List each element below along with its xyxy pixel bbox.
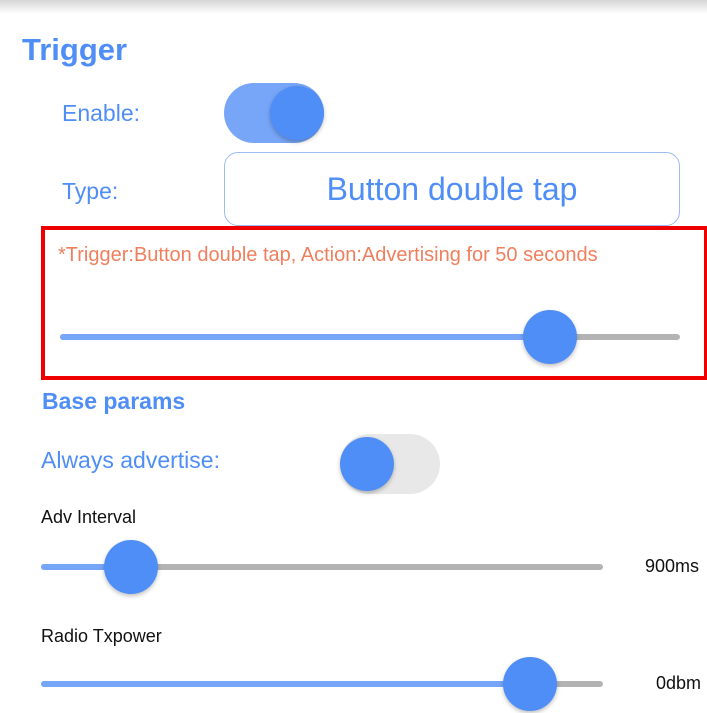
slider-thumb[interactable]	[502, 657, 557, 711]
adv-interval-label: Adv Interval	[41, 507, 137, 527]
slider-fill	[41, 681, 530, 687]
adv-interval-value: 900ms	[645, 556, 700, 576]
radio-txpower-label: Radio Txpower	[41, 626, 162, 646]
trigger-action-note: *Trigger:Button double tap, Action:Adver…	[58, 244, 598, 266]
type-label: Type:	[62, 178, 119, 204]
enable-label: Enable:	[62, 100, 141, 126]
top-divider-shadow	[0, 0, 707, 14]
adv-interval-slider[interactable]	[41, 538, 603, 596]
base-params-title: Base params	[42, 388, 186, 414]
enable-toggle[interactable]	[224, 83, 324, 143]
enable-toggle-knob	[270, 86, 324, 140]
advertising-duration-slider[interactable]	[60, 308, 680, 366]
always-advertise-label: Always advertise:	[41, 447, 220, 473]
slider-fill	[60, 334, 550, 340]
section-title-trigger: Trigger	[22, 32, 128, 67]
always-advertise-toggle[interactable]	[340, 434, 440, 494]
radio-txpower-slider[interactable]	[41, 655, 603, 713]
trigger-type-select[interactable]: Button double tap	[224, 152, 680, 226]
always-advertise-toggle-knob	[340, 437, 394, 491]
slider-thumb[interactable]	[103, 540, 158, 594]
slider-thumb[interactable]	[522, 310, 577, 364]
radio-txpower-value: 0dbm	[656, 673, 702, 693]
